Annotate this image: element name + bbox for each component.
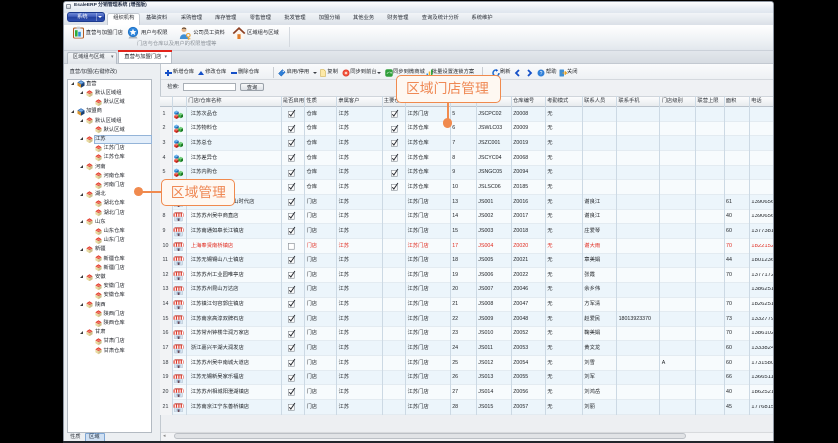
- svg-text:?: ?: [540, 71, 543, 77]
